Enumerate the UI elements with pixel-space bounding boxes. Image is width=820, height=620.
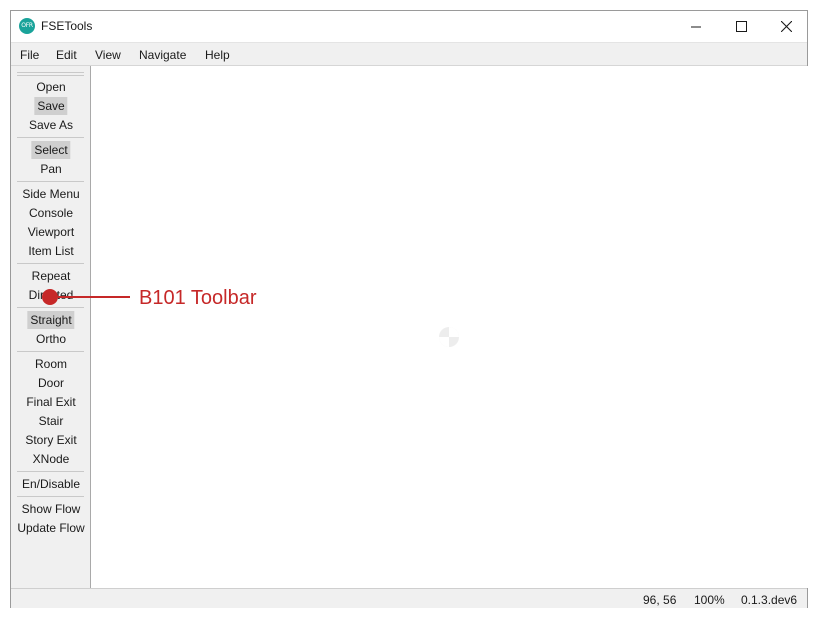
app-window: OFR FSETools File Edit View Navigate Hel… — [10, 10, 808, 608]
door-tool-button[interactable]: Door — [35, 374, 67, 392]
window-title: FSETools — [41, 19, 93, 33]
ortho-button[interactable]: Ortho — [33, 330, 69, 348]
title-bar[interactable]: OFR FSETools — [11, 11, 807, 42]
toolbar-separator — [17, 496, 84, 497]
cursor-coordinates: 96, 56 — [643, 593, 677, 607]
menu-help[interactable]: Help — [205, 48, 230, 62]
show-flow-button[interactable]: Show Flow — [19, 500, 84, 518]
origin-marker-icon — [439, 327, 459, 347]
menu-file[interactable]: File — [20, 48, 39, 62]
app-logo-icon: OFR — [19, 18, 35, 34]
xnode-tool-button[interactable]: XNode — [30, 450, 73, 468]
room-tool-button[interactable]: Room — [32, 355, 70, 373]
item-list-button[interactable]: Item List — [25, 242, 76, 260]
side-menu-button[interactable]: Side Menu — [19, 185, 82, 203]
toolbar-separator — [17, 471, 84, 472]
minimize-button[interactable] — [673, 11, 719, 42]
pan-tool-button[interactable]: Pan — [37, 160, 64, 178]
menu-bar: File Edit View Navigate Help — [11, 42, 807, 66]
select-tool-button[interactable]: Select — [31, 141, 71, 159]
menu-navigate[interactable]: Navigate — [139, 48, 186, 62]
zoom-level: 100% — [694, 593, 725, 607]
save-button[interactable]: Save — [34, 97, 68, 115]
side-toolbar: Open Save Save As Select Pan Side Menu C… — [11, 66, 91, 588]
story-exit-tool-button[interactable]: Story Exit — [22, 431, 79, 449]
close-button[interactable] — [763, 11, 809, 42]
toolbar-separator — [17, 351, 84, 352]
update-flow-button[interactable]: Update Flow — [14, 519, 87, 537]
version-label: 0.1.3.dev6 — [741, 593, 798, 607]
save-as-button[interactable]: Save As — [26, 116, 76, 134]
final-exit-tool-button[interactable]: Final Exit — [23, 393, 78, 411]
drawing-viewport[interactable] — [91, 66, 808, 588]
stair-tool-button[interactable]: Stair — [36, 412, 67, 430]
console-button[interactable]: Console — [26, 204, 76, 222]
toolbar-grip[interactable] — [17, 72, 84, 73]
annotation-label: B101 Toolbar — [139, 287, 257, 309]
viewport-button[interactable]: Viewport — [25, 223, 77, 241]
toolbar-separator — [17, 181, 84, 182]
status-bar: 96, 56 100% 0.1.3.dev6 — [11, 588, 807, 608]
menu-edit[interactable]: Edit — [56, 48, 77, 62]
toolbar-separator — [17, 137, 84, 138]
straight-button[interactable]: Straight — [27, 311, 75, 329]
menu-view[interactable]: View — [95, 48, 121, 62]
close-icon — [781, 21, 792, 32]
toolbar-separator — [17, 263, 84, 264]
annotation-leader-line — [50, 296, 130, 298]
repeat-button[interactable]: Repeat — [29, 267, 74, 285]
en-disable-button[interactable]: En/Disable — [19, 475, 83, 493]
annotation-marker — [42, 289, 58, 305]
maximize-icon — [736, 21, 747, 32]
toolbar-grip-line — [17, 75, 84, 76]
maximize-button[interactable] — [718, 11, 764, 42]
open-button[interactable]: Open — [33, 78, 68, 96]
minimize-icon — [691, 26, 701, 28]
toolbar-separator — [17, 307, 84, 308]
